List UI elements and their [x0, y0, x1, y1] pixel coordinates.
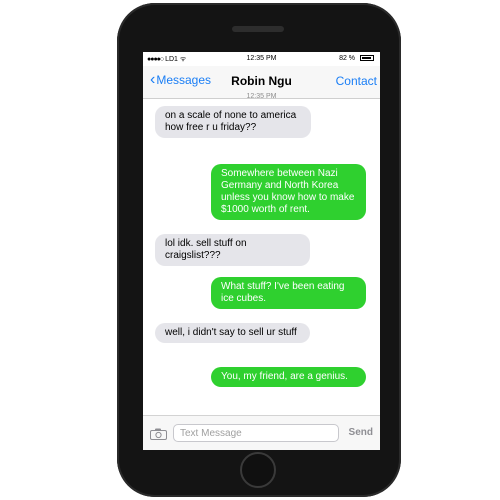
message-thread: on a scale of none to america how free r…: [143, 99, 380, 419]
send-button[interactable]: Send: [349, 427, 373, 438]
status-bar: ●●●●○ LD1 ᯤ 12:35 PM 82 %: [143, 52, 380, 66]
phone-speaker: [232, 26, 284, 32]
message-bubble-sent: You, my friend, are a genius.: [211, 367, 366, 387]
message-input[interactable]: [173, 424, 339, 442]
message-bubble-sent: What stuff? I've been eating ice cubes.: [211, 277, 366, 309]
contact-button[interactable]: Contact: [336, 74, 377, 88]
battery-icon: [360, 55, 374, 61]
message-bubble-received: lol idk. sell stuff on craigslist???: [155, 234, 310, 266]
compose-bar: Send: [143, 415, 380, 450]
message-bubble-received: well, i didn't say to sell ur stuff: [155, 323, 310, 343]
battery-percent: 82 %: [339, 55, 356, 62]
message-bubble-sent: Somewhere between Nazi Germany and North…: [211, 164, 366, 220]
status-battery-group: 82 %: [339, 55, 374, 62]
home-button[interactable]: [240, 452, 276, 488]
camera-icon[interactable]: [150, 427, 167, 440]
messages-screen: ●●●●○ LD1 ᯤ 12:35 PM 82 % ‹ Messages Rob…: [143, 52, 380, 450]
message-bubble-received: on a scale of none to america how free r…: [155, 106, 311, 138]
